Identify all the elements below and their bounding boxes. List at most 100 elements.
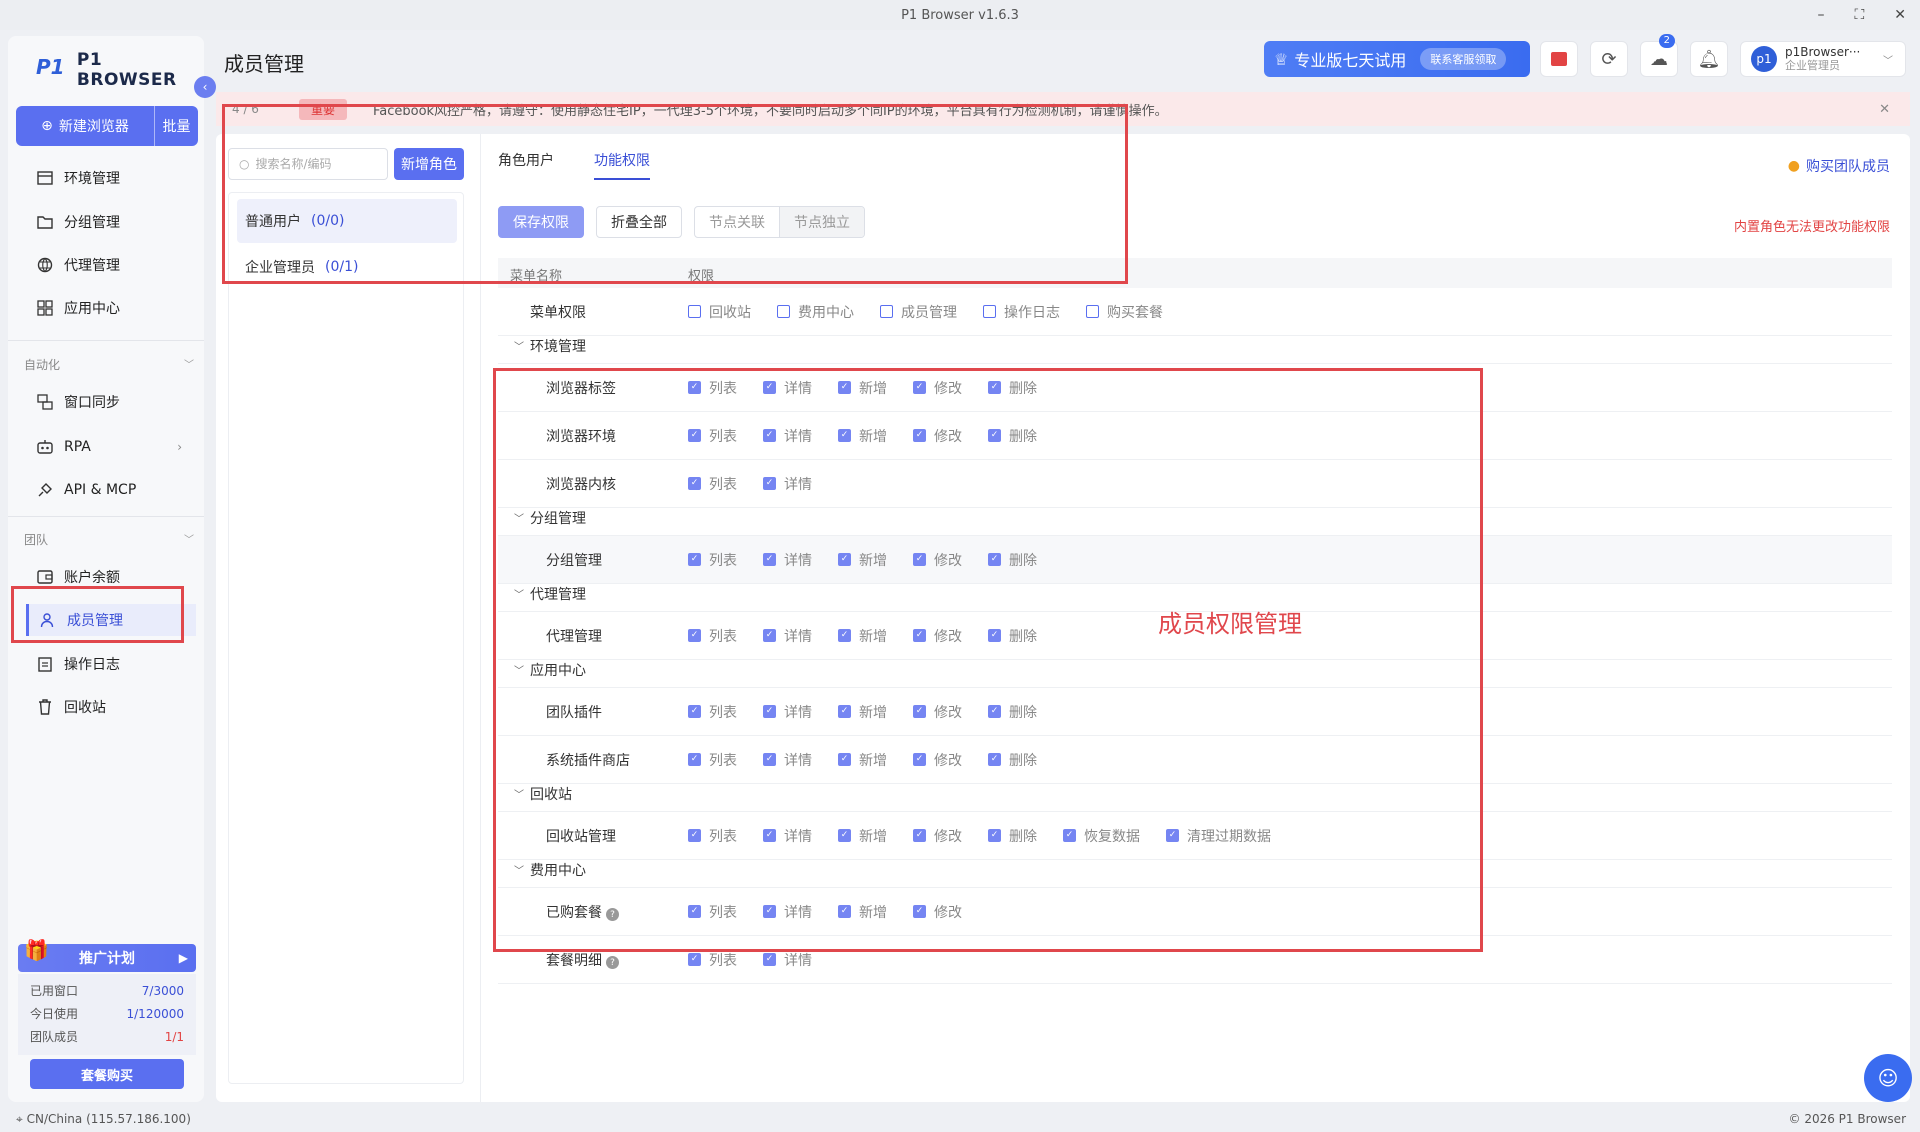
permission-option[interactable]: ✓ 新增 <box>838 702 887 722</box>
permission-option[interactable]: 成员管理 <box>880 302 957 322</box>
refresh-button[interactable]: ⟳ <box>1590 41 1628 77</box>
checkbox-icon[interactable]: ✓ <box>913 429 926 442</box>
tab-role-users[interactable]: 角色用户 <box>498 150 554 180</box>
checkbox-icon[interactable]: ✓ <box>838 553 851 566</box>
section-automation[interactable]: 自动化 ﹀ <box>24 356 194 373</box>
permission-option[interactable]: ✓ 列表 <box>688 426 737 446</box>
checkbox-icon[interactable]: ✓ <box>688 905 701 918</box>
sidebar-item-logs[interactable]: 操作日志 <box>26 648 196 680</box>
permission-option[interactable]: ✓ 详情 <box>763 378 812 398</box>
permission-option[interactable]: ✓ 列表 <box>688 702 737 722</box>
sidebar-item-proxy[interactable]: 代理管理 <box>26 249 196 281</box>
permission-option[interactable]: ✓ 新增 <box>838 826 887 846</box>
checkbox-icon[interactable]: ✓ <box>763 629 776 642</box>
add-role-button[interactable]: 新增角色 <box>394 148 464 180</box>
checkbox-icon[interactable] <box>1086 305 1099 318</box>
permission-option[interactable]: ✓ 删除 <box>988 750 1037 770</box>
permission-option[interactable]: ✓ 详情 <box>763 950 812 970</box>
permission-group[interactable]: ﹀ 回收站 <box>498 776 1892 812</box>
checkbox-icon[interactable]: ✓ <box>763 553 776 566</box>
chat-support-button[interactable]: ☺ <box>1864 1054 1912 1102</box>
checkbox-icon[interactable]: ✓ <box>838 905 851 918</box>
permission-option[interactable]: ✓ 删除 <box>988 550 1037 570</box>
sidebar-item-apps[interactable]: 应用中心 <box>26 292 196 324</box>
trial-banner[interactable]: ♕ 专业版七天试用 联系客服领取 <box>1264 41 1530 77</box>
permission-option[interactable]: ✓ 删除 <box>988 378 1037 398</box>
permission-group[interactable]: ﹀ 环境管理 <box>498 328 1892 364</box>
permission-option[interactable]: ✓ 删除 <box>988 702 1037 722</box>
permission-option[interactable]: ✓ 详情 <box>763 550 812 570</box>
sidebar-item-env[interactable]: 环境管理 <box>26 162 196 194</box>
checkbox-icon[interactable]: ✓ <box>763 753 776 766</box>
help-icon[interactable]: ? <box>606 908 619 921</box>
checkbox-icon[interactable]: ✓ <box>763 705 776 718</box>
permission-option[interactable]: ✓ 新增 <box>838 902 887 922</box>
checkbox-icon[interactable]: ✓ <box>763 829 776 842</box>
permission-option[interactable]: ✓ 详情 <box>763 426 812 446</box>
batch-button[interactable]: 批量 <box>154 106 198 146</box>
close-icon[interactable]: ✕ <box>1879 102 1890 117</box>
permission-option[interactable]: ✓ 新增 <box>838 626 887 646</box>
checkbox-icon[interactable]: ✓ <box>1063 829 1076 842</box>
checkbox-icon[interactable]: ✓ <box>913 553 926 566</box>
role-item-admin[interactable]: 企业管理员 (0/1) <box>237 245 457 289</box>
collapse-all-button[interactable]: 折叠全部 <box>596 206 682 238</box>
sidebar-collapse-button[interactable]: ‹ <box>194 76 216 98</box>
save-permissions-button[interactable]: 保存权限 <box>498 206 584 238</box>
permission-option[interactable]: ✓ 列表 <box>688 550 737 570</box>
checkbox-icon[interactable]: ✓ <box>688 553 701 566</box>
permission-option[interactable]: ✓ 详情 <box>763 474 812 494</box>
checkbox-icon[interactable]: ✓ <box>688 381 701 394</box>
gift-button[interactable] <box>1540 41 1578 77</box>
section-team[interactable]: 团队 ﹀ <box>24 531 194 548</box>
buy-team-members-link[interactable]: ● 购买团队成员 <box>1788 156 1890 176</box>
node-independent-button[interactable]: 节点独立 <box>779 207 864 237</box>
sidebar-item-group[interactable]: 分组管理 <box>26 206 196 238</box>
checkbox-icon[interactable]: ✓ <box>988 381 1001 394</box>
checkbox-icon[interactable] <box>688 305 701 318</box>
sidebar-item-trash[interactable]: 回收站 <box>26 691 196 723</box>
permission-option[interactable]: ✓ 列表 <box>688 950 737 970</box>
sidebar-item-balance[interactable]: 账户余额 <box>26 561 196 593</box>
checkbox-icon[interactable]: ✓ <box>838 429 851 442</box>
search-input[interactable] <box>255 157 376 171</box>
permission-option[interactable]: 回收站 <box>688 302 751 322</box>
permission-option[interactable]: ✓ 新增 <box>838 426 887 446</box>
minimize-icon[interactable]: – <box>1817 7 1824 23</box>
permission-option[interactable]: ✓ 修改 <box>913 550 962 570</box>
checkbox-icon[interactable]: ✓ <box>763 905 776 918</box>
checkbox-icon[interactable]: ✓ <box>988 753 1001 766</box>
permission-option[interactable]: 费用中心 <box>777 302 854 322</box>
permission-option[interactable]: ✓ 修改 <box>913 826 962 846</box>
permission-option[interactable]: ✓ 恢复数据 <box>1063 826 1140 846</box>
help-icon[interactable]: ? <box>606 956 619 969</box>
checkbox-icon[interactable]: ✓ <box>763 381 776 394</box>
checkbox-icon[interactable]: ✓ <box>988 429 1001 442</box>
sidebar-item-rpa[interactable]: RPA › <box>26 431 196 463</box>
permission-option[interactable]: ✓ 详情 <box>763 750 812 770</box>
checkbox-icon[interactable]: ✓ <box>913 829 926 842</box>
checkbox-icon[interactable]: ✓ <box>838 753 851 766</box>
permission-option[interactable]: ✓ 列表 <box>688 626 737 646</box>
checkbox-icon[interactable]: ✓ <box>913 905 926 918</box>
checkbox-icon[interactable]: ✓ <box>688 477 701 490</box>
checkbox-icon[interactable]: ✓ <box>1166 829 1179 842</box>
permission-option[interactable]: ✓ 修改 <box>913 378 962 398</box>
close-icon[interactable]: ✕ <box>1894 7 1906 23</box>
checkbox-icon[interactable]: ✓ <box>688 953 701 966</box>
checkbox-icon[interactable]: ✓ <box>763 477 776 490</box>
node-link-button[interactable]: 节点关联 <box>695 207 779 237</box>
permission-option[interactable]: 操作日志 <box>983 302 1060 322</box>
checkbox-icon[interactable]: ✓ <box>688 829 701 842</box>
permission-option[interactable]: ✓ 删除 <box>988 626 1037 646</box>
new-browser-button[interactable]: ⊕ 新建浏览器 <box>16 116 154 136</box>
permission-option[interactable]: ✓ 列表 <box>688 474 737 494</box>
permission-option[interactable]: ✓ 列表 <box>688 902 737 922</box>
buy-plan-button[interactable]: 套餐购买 <box>30 1059 184 1089</box>
permission-option[interactable]: ✓ 修改 <box>913 626 962 646</box>
checkbox-icon[interactable]: ✓ <box>688 705 701 718</box>
checkbox-icon[interactable] <box>983 305 996 318</box>
permission-option[interactable]: ✓ 修改 <box>913 426 962 446</box>
permission-option[interactable]: ✓ 列表 <box>688 826 737 846</box>
permission-option[interactable]: ✓ 列表 <box>688 750 737 770</box>
